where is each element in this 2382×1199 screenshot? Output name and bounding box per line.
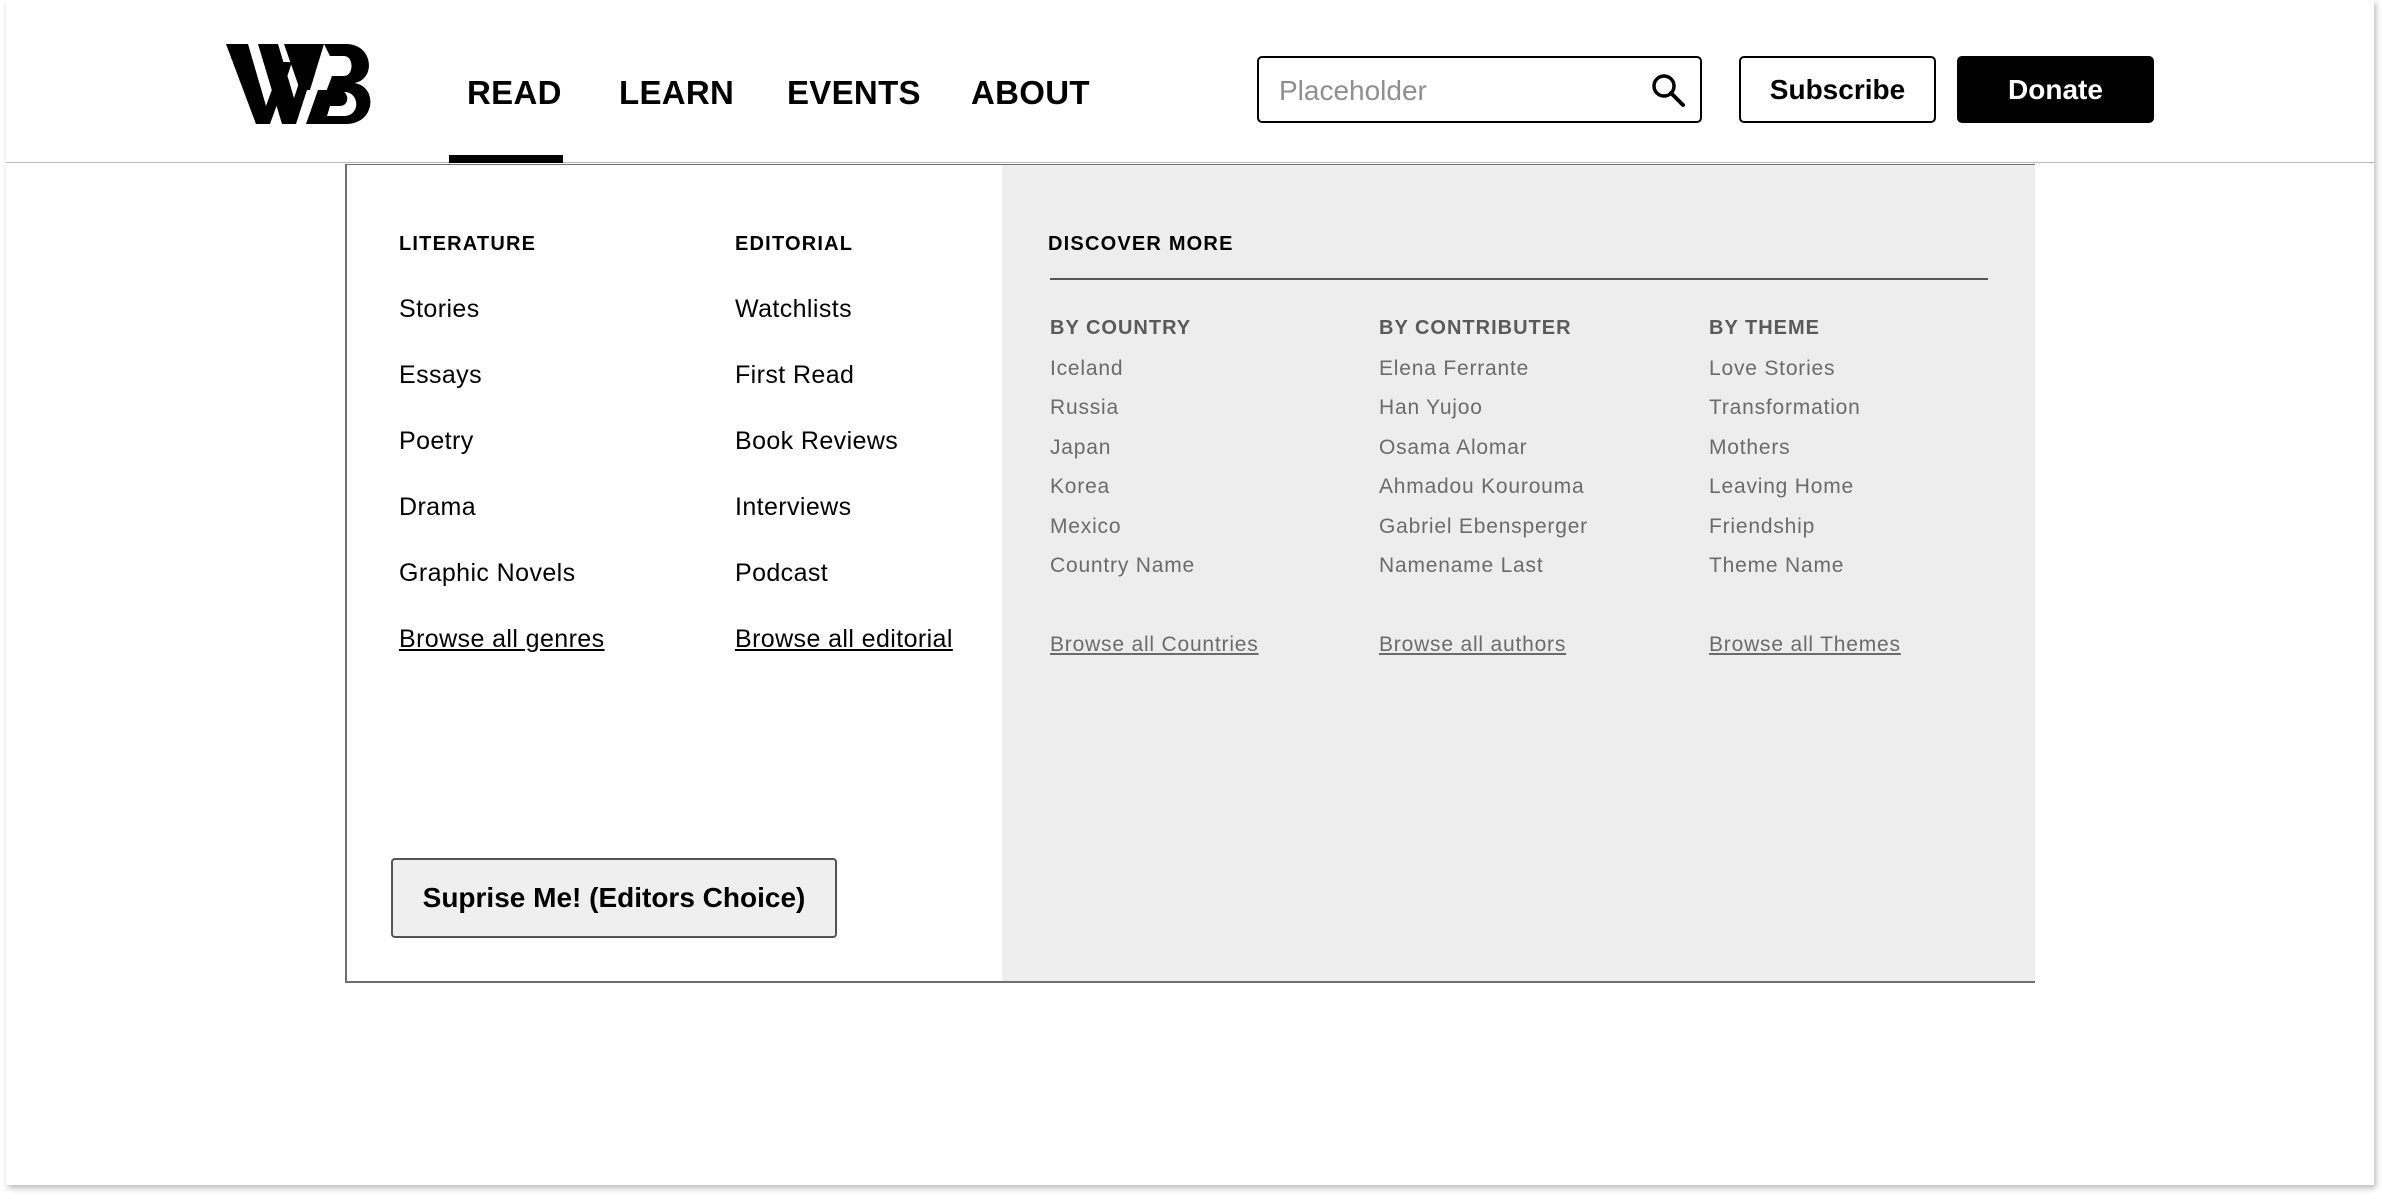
theme-link-love-stories[interactable]: Love Stories xyxy=(1709,357,1835,381)
menu-link-first-read[interactable]: First Read xyxy=(735,361,854,390)
contributor-link-gabriel-ebensperger[interactable]: Gabriel Ebensperger xyxy=(1379,515,1588,539)
menu-link-poetry[interactable]: Poetry xyxy=(399,427,474,456)
browse-all-themes-link[interactable]: Browse all Themes xyxy=(1709,633,1901,657)
contributor-link-han-yujoo[interactable]: Han Yujoo xyxy=(1379,396,1483,420)
logo-icon[interactable] xyxy=(226,44,376,124)
browse-all-genres-link[interactable]: Browse all genres xyxy=(399,625,605,654)
country-link-mexico[interactable]: Mexico xyxy=(1050,515,1121,539)
theme-link-friendship[interactable]: Friendship xyxy=(1709,515,1815,539)
donate-button[interactable]: Donate xyxy=(1957,56,2154,123)
menu-link-drama[interactable]: Drama xyxy=(399,493,476,522)
read-mega-menu: LITERATURE Stories Essays Poetry Drama G… xyxy=(345,164,2035,983)
subscribe-button[interactable]: Subscribe xyxy=(1739,56,1936,123)
contributor-link-osama-alomar[interactable]: Osama Alomar xyxy=(1379,436,1527,460)
nav-active-indicator xyxy=(449,155,563,163)
menu-link-stories[interactable]: Stories xyxy=(399,295,480,324)
browse-all-countries-link[interactable]: Browse all Countries xyxy=(1050,633,1259,657)
nav-about[interactable]: ABOUT xyxy=(971,74,1090,112)
by-contributor-heading: BY CONTRIBUTER xyxy=(1379,317,1572,339)
site-header: READ LEARN EVENTS ABOUT Subscribe Donate xyxy=(6,0,2374,163)
surprise-me-button[interactable]: Suprise Me! (Editors Choice) xyxy=(391,858,837,938)
theme-link-transformation[interactable]: Transformation xyxy=(1709,396,1861,420)
menu-link-interviews[interactable]: Interviews xyxy=(735,493,852,522)
nav-events[interactable]: EVENTS xyxy=(787,74,921,112)
country-link-placeholder[interactable]: Country Name xyxy=(1050,554,1195,578)
theme-link-mothers[interactable]: Mothers xyxy=(1709,436,1790,460)
menu-link-watchlists[interactable]: Watchlists xyxy=(735,295,852,324)
editorial-heading: EDITORIAL xyxy=(735,233,854,255)
browse-all-authors-link[interactable]: Browse all authors xyxy=(1379,633,1566,657)
country-link-korea[interactable]: Korea xyxy=(1050,475,1110,499)
country-link-japan[interactable]: Japan xyxy=(1050,436,1111,460)
page-frame: READ LEARN EVENTS ABOUT Subscribe Donate… xyxy=(6,0,2374,1185)
menu-link-essays[interactable]: Essays xyxy=(399,361,482,390)
search-input[interactable] xyxy=(1277,58,1641,123)
theme-link-leaving-home[interactable]: Leaving Home xyxy=(1709,475,1854,499)
theme-link-placeholder[interactable]: Theme Name xyxy=(1709,554,1844,578)
nav-learn[interactable]: LEARN xyxy=(619,74,734,112)
menu-link-book-reviews[interactable]: Book Reviews xyxy=(735,427,898,456)
browse-all-editorial-link[interactable]: Browse all editorial xyxy=(735,625,953,654)
search-box xyxy=(1257,56,1702,123)
literature-heading: LITERATURE xyxy=(399,233,537,255)
by-theme-heading: BY THEME xyxy=(1709,317,1820,339)
by-country-heading: BY COUNTRY xyxy=(1050,317,1192,339)
contributor-link-elena-ferrante[interactable]: Elena Ferrante xyxy=(1379,357,1529,381)
country-link-iceland[interactable]: Iceland xyxy=(1050,357,1123,381)
country-link-russia[interactable]: Russia xyxy=(1050,396,1119,420)
contributor-link-ahmadou-kourouma[interactable]: Ahmadou Kourouma xyxy=(1379,475,1584,499)
discover-more-heading: DISCOVER MORE xyxy=(1048,233,1234,255)
menu-link-graphic-novels[interactable]: Graphic Novels xyxy=(399,559,576,588)
contributor-link-placeholder[interactable]: Namename Last xyxy=(1379,554,1543,578)
search-icon[interactable] xyxy=(1650,72,1686,108)
divider xyxy=(1050,278,1988,280)
discover-more-panel: DISCOVER MORE BY COUNTRY Iceland Russia … xyxy=(1002,165,2035,981)
menu-link-podcast[interactable]: Podcast xyxy=(735,559,828,588)
nav-read[interactable]: READ xyxy=(467,74,562,112)
